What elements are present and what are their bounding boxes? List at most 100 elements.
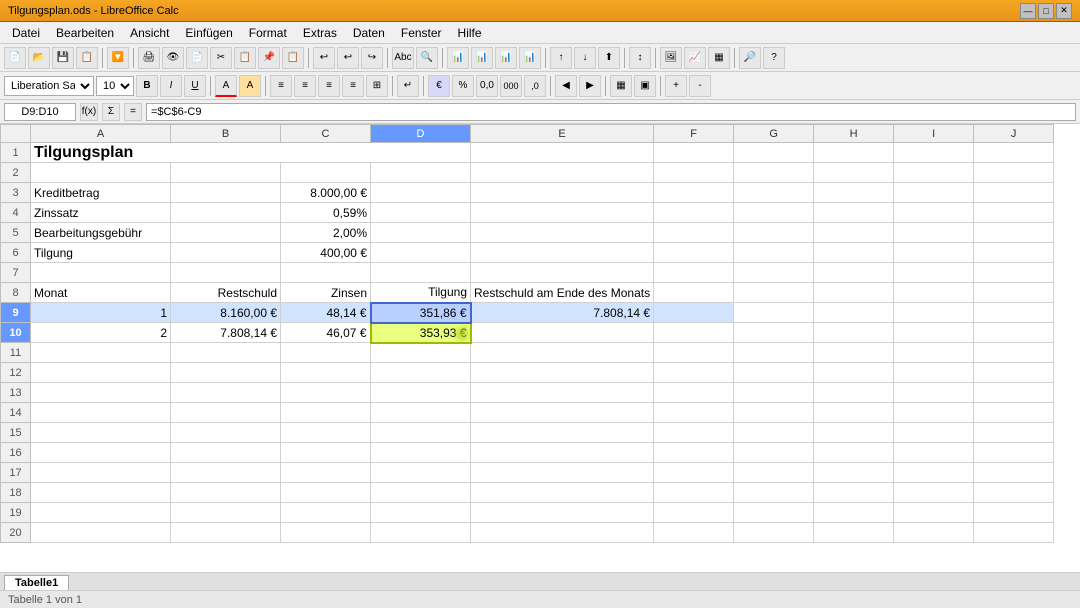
paste-button[interactable]: 📌	[258, 47, 280, 69]
cell-F8[interactable]	[654, 283, 734, 303]
filter-button[interactable]: 🔽	[107, 47, 129, 69]
formula-accept-button[interactable]: =	[124, 103, 142, 121]
decimal-button[interactable]: 0,0	[476, 75, 498, 97]
image-button[interactable]: 🖼	[660, 47, 682, 69]
new-button[interactable]: 📄	[4, 47, 26, 69]
cell-I9[interactable]	[894, 303, 974, 323]
cell-A2[interactable]	[31, 163, 171, 183]
cell-B5[interactable]	[171, 223, 281, 243]
cell-E1[interactable]	[471, 143, 654, 163]
cell-C4[interactable]: 0,59%	[281, 203, 371, 223]
percent-button[interactable]: %	[452, 75, 474, 97]
cell-I1[interactable]	[894, 143, 974, 163]
maximize-button[interactable]: □	[1038, 3, 1054, 19]
save2-button[interactable]: 📋	[76, 47, 98, 69]
cell-J6[interactable]	[974, 243, 1054, 263]
border-button[interactable]: ▦	[610, 75, 632, 97]
cell-C8[interactable]: Zinsen	[281, 283, 371, 303]
minimize-button[interactable]: —	[1020, 3, 1036, 19]
cell-H6[interactable]	[814, 243, 894, 263]
cell-J5[interactable]	[974, 223, 1054, 243]
cell-J7[interactable]	[974, 263, 1054, 283]
cell-A9[interactable]: 1	[31, 303, 171, 323]
cell-B4[interactable]	[171, 203, 281, 223]
open-button[interactable]: 📂	[28, 47, 50, 69]
formula-input[interactable]	[146, 103, 1076, 121]
col-header-D[interactable]: D	[371, 125, 471, 143]
menu-datei[interactable]: Datei	[4, 24, 48, 42]
align-left-button[interactable]: ≡	[270, 75, 292, 97]
dec-inc-button[interactable]: +	[665, 75, 687, 97]
arrow-down-button[interactable]: ↓	[574, 47, 596, 69]
cell-A4[interactable]: Zinssatz	[31, 203, 171, 223]
cell-F9[interactable]	[654, 303, 734, 323]
cell-B2[interactable]	[171, 163, 281, 183]
cell-B8[interactable]: Restschuld	[171, 283, 281, 303]
cell-reference[interactable]	[4, 103, 76, 121]
justify-button[interactable]: ≡	[342, 75, 364, 97]
cell-J9[interactable]	[974, 303, 1054, 323]
close-button[interactable]: ✕	[1056, 3, 1072, 19]
cell-G3[interactable]	[734, 183, 814, 203]
copy-button[interactable]: 📋	[234, 47, 256, 69]
sum-button[interactable]: Σ	[102, 103, 120, 121]
sheet-tab-1[interactable]: Tabelle1	[4, 575, 69, 590]
currency-button[interactable]: €	[428, 75, 450, 97]
cell-F2[interactable]	[654, 163, 734, 183]
cell-E9[interactable]: 7.808,14 €	[471, 303, 654, 323]
cell-C6[interactable]: 400,00 €	[281, 243, 371, 263]
cell-A1[interactable]: Tilgungsplan	[31, 143, 471, 163]
cell-I4[interactable]	[894, 203, 974, 223]
cell-H8[interactable]	[814, 283, 894, 303]
cell-H2[interactable]	[814, 163, 894, 183]
help2-button[interactable]: ?	[763, 47, 785, 69]
font-color-button[interactable]: A	[215, 75, 237, 97]
cell-A3[interactable]: Kreditbetrag	[31, 183, 171, 203]
cell-C7[interactable]	[281, 263, 371, 283]
cell-H9[interactable]	[814, 303, 894, 323]
indent-right-button[interactable]: ▶	[579, 75, 601, 97]
col-header-A[interactable]: A	[31, 125, 171, 143]
pdf-button[interactable]: 📄	[186, 47, 208, 69]
cell-J3[interactable]	[974, 183, 1054, 203]
window-controls[interactable]: — □ ✕	[1020, 3, 1072, 19]
charts-button[interactable]: 📊	[447, 47, 469, 69]
cell-E10[interactable]	[471, 323, 654, 343]
cell-B6[interactable]	[171, 243, 281, 263]
arrow-up-button[interactable]: ↑	[550, 47, 572, 69]
cell-I10[interactable]	[894, 323, 974, 343]
cell-E4[interactable]	[471, 203, 654, 223]
cell-D8[interactable]: Tilgung	[371, 283, 471, 303]
paste2-button[interactable]: 📋	[282, 47, 304, 69]
col-header-G[interactable]: G	[734, 125, 814, 143]
menu-extras[interactable]: Extras	[295, 24, 345, 42]
cell-G8[interactable]	[734, 283, 814, 303]
menu-einfuegen[interactable]: Einfügen	[177, 24, 240, 42]
cell-D9[interactable]: 351,86 €	[371, 303, 471, 323]
cell-B3[interactable]	[171, 183, 281, 203]
cell-F3[interactable]	[654, 183, 734, 203]
dec-dec-button[interactable]: -	[689, 75, 711, 97]
cell-J4[interactable]	[974, 203, 1054, 223]
cell-I3[interactable]	[894, 183, 974, 203]
col-header-I[interactable]: I	[894, 125, 974, 143]
zoom-button[interactable]: 🔎	[739, 47, 761, 69]
preview-button[interactable]: 👁	[162, 47, 184, 69]
save-button[interactable]: 💾	[52, 47, 74, 69]
cell-J8[interactable]	[974, 283, 1054, 303]
merge-button[interactable]: ⊞	[366, 75, 388, 97]
undo-button[interactable]: ↩	[313, 47, 335, 69]
cell-G2[interactable]	[734, 163, 814, 183]
cell-A5[interactable]: Bearbeitungsgebühr	[31, 223, 171, 243]
cell-H1[interactable]	[814, 143, 894, 163]
cell-D4[interactable]	[371, 203, 471, 223]
cell-G4[interactable]	[734, 203, 814, 223]
cell-E2[interactable]	[471, 163, 654, 183]
cell-I7[interactable]	[894, 263, 974, 283]
cell-B9[interactable]: 8.160,00 €	[171, 303, 281, 323]
cell-C2[interactable]	[281, 163, 371, 183]
menu-ansicht[interactable]: Ansicht	[122, 24, 177, 42]
cell-A6[interactable]: Tilgung	[31, 243, 171, 263]
cell-C3[interactable]: 8.000,00 €	[281, 183, 371, 203]
cell-C9[interactable]: 48,14 €	[281, 303, 371, 323]
